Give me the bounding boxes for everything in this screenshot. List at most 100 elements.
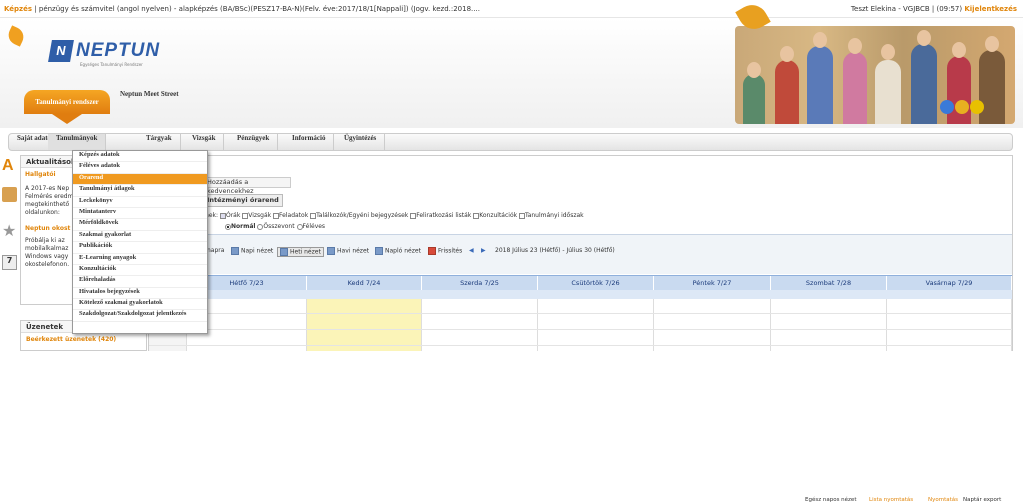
home-icon[interactable] [2, 187, 17, 202]
monthly-view-label: Havi nézet [337, 247, 370, 255]
calendar-month-icon [327, 247, 335, 255]
fullday-view-link[interactable]: Egész napos nézet [805, 497, 856, 503]
refresh-button[interactable]: Frissítés [428, 247, 462, 255]
view-mode-radios: Normál Összevont Féléves [225, 223, 325, 230]
prev-arrow-icon[interactable]: ◀ [469, 247, 474, 254]
day-header-thursday: Csütörtök 7/26 [538, 276, 654, 290]
log-view-button[interactable]: Napló nézet [375, 247, 421, 255]
menu-item-szakdolgozat[interactable]: Szakdolgozat/Szakdolgozat jelentkezés [73, 310, 207, 322]
smiley-icon[interactable] [970, 100, 984, 114]
today-column[interactable] [307, 299, 422, 351]
user-info: Teszt Elekina - VGJBCB | (09:57) Kijelen… [851, 5, 1017, 13]
daily-view-label: Napi nézet [241, 247, 274, 255]
weekly-view-label: Heti nézet [290, 248, 321, 256]
menu-item-mintatanterv[interactable]: Mintatanterv [73, 208, 207, 220]
print-link[interactable]: Nyomtatás [928, 497, 958, 503]
menu-item-elorehaladas[interactable]: Előrehaladás [73, 276, 207, 288]
institutional-timetable-button[interactable]: Intézményi órarend [203, 194, 283, 207]
hour-line [149, 329, 1012, 330]
menu-tanulmanyok[interactable]: Tanulmányok [48, 134, 107, 150]
star-icon[interactable]: ★ [2, 221, 17, 240]
menu-item-merfoldkovek[interactable]: Mérföldkövek [73, 219, 207, 231]
menu-informacio[interactable]: Információ [284, 134, 335, 150]
napra-label[interactable]: napra [207, 247, 224, 254]
menu-item-konzultaciok[interactable]: Konzultációk [73, 265, 207, 277]
menu-item-kotelezo-gyakorlatok[interactable]: Kötelező szakmai gyakorlatok [73, 299, 207, 311]
day-column[interactable] [654, 299, 771, 351]
left-icon-sidebar: A ★ 7 [0, 155, 20, 351]
radio-label: Féléves [302, 223, 326, 230]
menu-item-e-learning[interactable]: E-Learning anyagok [73, 254, 207, 265]
autumn-leaf-icon [5, 25, 27, 47]
logout-link[interactable]: Kijelentkezés [964, 5, 1017, 13]
calendar-icon[interactable]: 7 [2, 255, 17, 270]
daily-view-button[interactable]: Napi nézet [231, 247, 273, 255]
log-view-label: Napló nézet [385, 247, 421, 255]
menu-item-leckekonyv[interactable]: Leckekönyv [73, 197, 207, 208]
hour-line [149, 313, 1012, 314]
next-arrow-icon[interactable]: ▶ [481, 247, 486, 254]
refresh-label: Frissítés [438, 247, 463, 255]
globe-icon[interactable] [940, 100, 954, 114]
weekly-view-button[interactable]: Heti nézet [277, 247, 324, 257]
header-icons [940, 100, 1000, 114]
day-header-friday: Péntek 7/27 [654, 276, 771, 290]
list-print-link[interactable]: Lista nyomtatás [869, 497, 913, 503]
filter-label: Konzultációk [479, 212, 518, 219]
refresh-icon [428, 247, 436, 255]
tab-meet-street[interactable]: Neptun Meet Street [120, 90, 179, 114]
display-filters: mek: Órák Vizsgák Feladatok Találkozók/E… [203, 212, 623, 221]
menu-item-feleves-adatok[interactable]: Féléves adatok [73, 162, 207, 174]
log-icon [375, 247, 383, 255]
menu-item-tanulmanyi-atlagok[interactable]: Tanulmányi átlagok [73, 185, 207, 197]
filter-label: Feladatok [279, 212, 309, 219]
radio-label: Normál [231, 223, 256, 230]
calendar-week-icon [280, 248, 288, 256]
date-range: 2018 Július 23 (Hétfő) - Július 30 (Hétf… [495, 247, 615, 254]
day-header-sunday: Vasárnap 7/29 [887, 276, 1012, 290]
header-banner: N NEPTUN Egységes Tanulmányi Rendszer Ta… [0, 0, 1023, 128]
menu-item-szakmai-gyakorlat[interactable]: Szakmai gyakorlat [73, 231, 207, 243]
session-timer: (09:57) [936, 5, 963, 13]
filter-label: Találkozók/Egyéni bejegyzések [316, 212, 409, 219]
training-label[interactable]: Képzés [4, 5, 32, 13]
system-tabs: Tanulmányi rendszer Neptun Meet Street [24, 90, 224, 124]
user-name: Teszt Elekina - VGJBCB [850, 5, 930, 13]
calendar-export-link[interactable]: Naptár export [963, 497, 1001, 503]
menu-ugyintezes[interactable]: Ügyintézés [336, 134, 386, 150]
calendar-toolbar: napra Napi nézet Heti nézet Havi nézet N… [149, 234, 1012, 503]
menu-item-hivatalos-bejegyzesek[interactable]: Hivatalos bejegyzések [73, 288, 207, 300]
menu-item-orarend[interactable]: Órarend [73, 173, 207, 186]
separator: | [931, 5, 935, 13]
training-info: Képzés | pénzügy és számvitel (angol nye… [4, 5, 564, 13]
training-text: | pénzügy és számvitel (angol nyelven) -… [32, 5, 480, 13]
inbox-link[interactable]: Beérkezett üzenetek (420) [21, 333, 146, 346]
day-column[interactable] [538, 299, 654, 351]
filter-label: Tanulmányi időszak [525, 212, 584, 219]
n-logo-icon: N [48, 40, 74, 62]
logo-subtitle: Egységes Tanulmányi Rendszer [80, 62, 143, 67]
menu-penzugyek[interactable]: Pénzügyek [229, 134, 279, 150]
calendar-header: Hétfő 7/23 Kedd 7/24 Szerda 7/25 Csütört… [149, 275, 1012, 300]
day-column[interactable] [422, 299, 538, 351]
day-column[interactable] [887, 299, 1012, 351]
menu-targyak[interactable]: Tárgyak [138, 134, 181, 150]
day-column[interactable] [771, 299, 887, 351]
tab-tanulmanyi-rendszer[interactable]: Tanulmányi rendszer [24, 90, 110, 124]
menu-item-publikaciok[interactable]: Publikációk [73, 242, 207, 254]
hour-line [149, 345, 1012, 346]
menu-vizsgak[interactable]: Vizsgák [184, 134, 225, 150]
monthly-view-button[interactable]: Havi nézet [327, 247, 369, 255]
filter-label: Feliratkozási listák [416, 212, 472, 219]
calendar-grid[interactable] [149, 299, 1012, 351]
filter-label: Vizsgák [248, 212, 272, 219]
day-header-saturday: Szombat 7/28 [771, 276, 887, 290]
menu-item-kepzes-adatok[interactable]: Képzés adatok [73, 151, 207, 163]
language-flag-icon[interactable] [955, 100, 969, 114]
radio-label: Összevont [263, 223, 295, 230]
tanulmanyok-dropdown-menu: Képzés adatok Féléves adatok Órarend Tan… [72, 150, 208, 334]
main-menu: Saját adatok Tanulmányok Tárgyak Vizsgák… [8, 133, 1013, 151]
add-to-favorites-button[interactable]: Hozzáadás a kedvencekhez [203, 177, 291, 195]
a-letter-icon[interactable]: A [2, 157, 17, 174]
neptun-logo[interactable]: N NEPTUN Egységes Tanulmányi Rendszer [48, 40, 170, 67]
